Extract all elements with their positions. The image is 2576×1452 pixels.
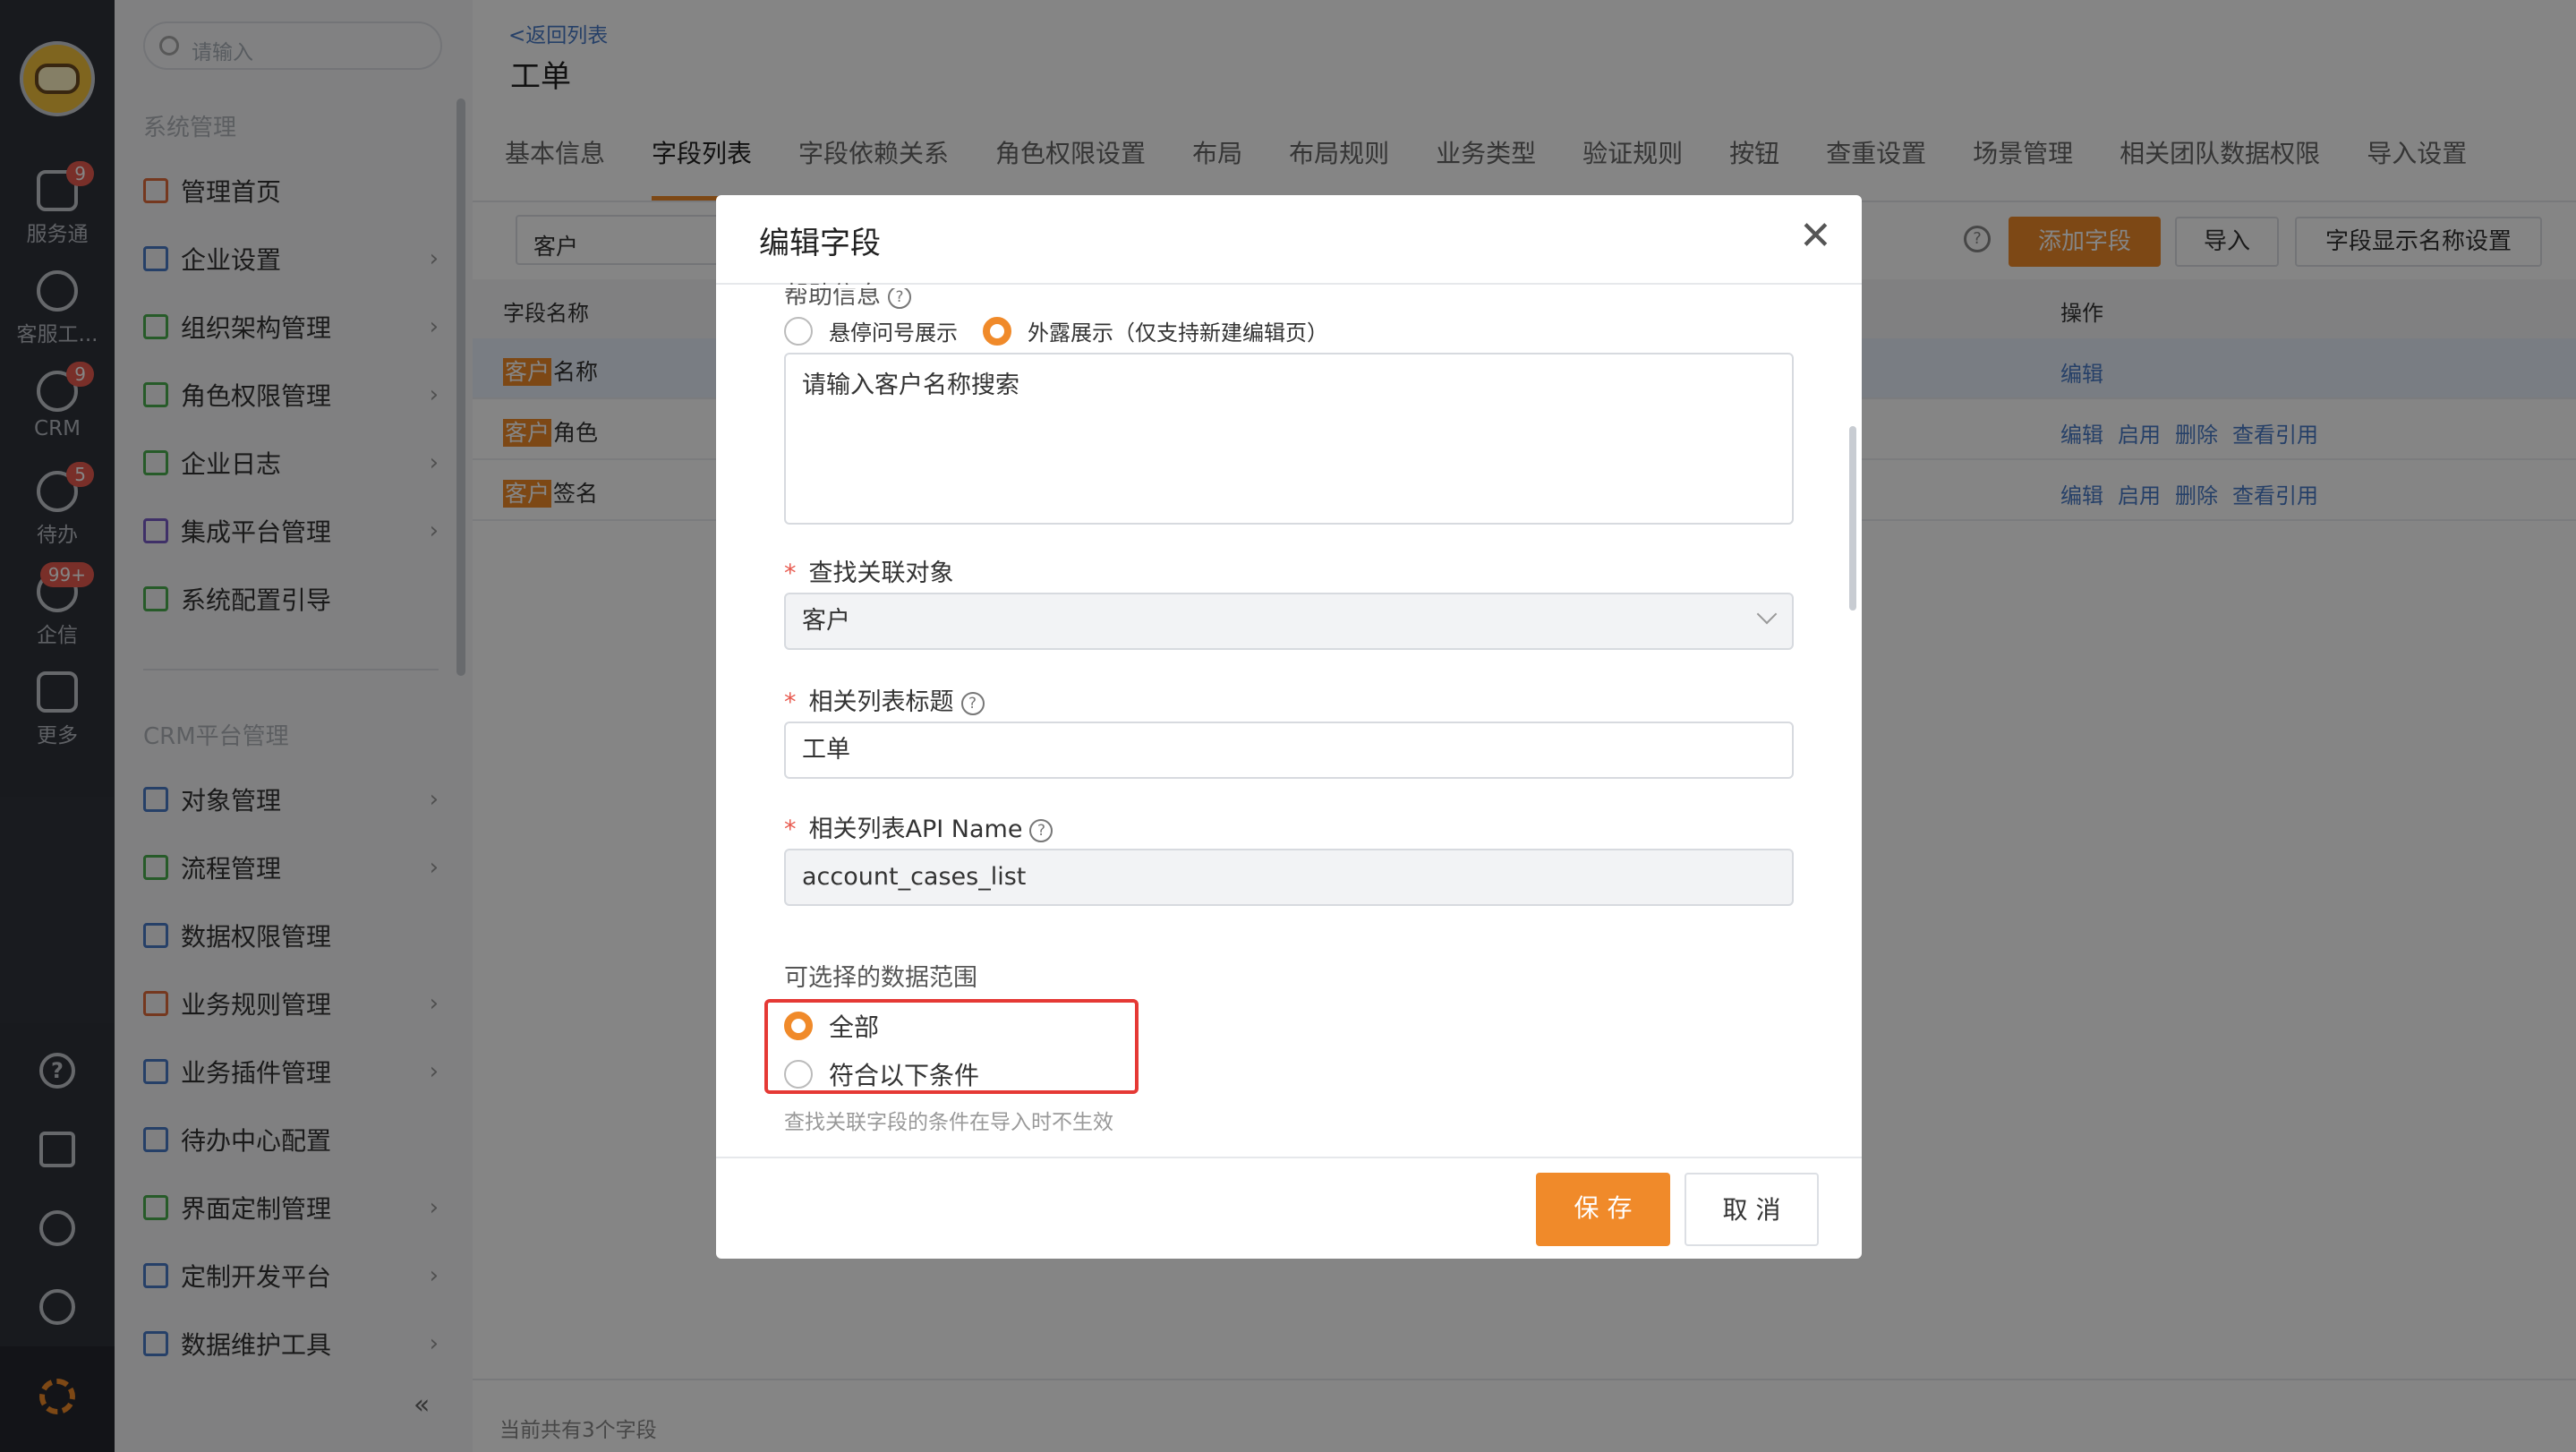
lookup-object-label: * 查找关联对象 [784, 553, 954, 588]
data-range-label: 可选择的数据范围 [784, 964, 977, 992]
radio-unchecked-icon [784, 316, 813, 346]
save-button[interactable]: 保 存 [1536, 1173, 1670, 1246]
radio-label: 全部 [829, 1012, 880, 1042]
help-mode-hover-radio[interactable]: 悬停问号展示 [784, 315, 958, 346]
radio-unchecked-icon [784, 1060, 813, 1089]
list-title-input[interactable]: 工单 [784, 722, 1794, 779]
list-title-label: * 相关列表标题? [784, 682, 985, 717]
question-icon[interactable]: ? [888, 285, 911, 309]
required-mark: * [784, 816, 797, 843]
edit-field-dialog: 编辑字段 ✕ 帮助信息? 悬停问号展示 外露展示（仅支持新建编辑页） 请输入客户… [716, 195, 1862, 1259]
help-info-label: 帮助信息? [784, 276, 911, 311]
cancel-button[interactable]: 取 消 [1685, 1173, 1819, 1246]
radio-label: 悬停问号展示 [829, 320, 958, 346]
help-mode-expose-radio[interactable]: 外露展示（仅支持新建编辑页） [983, 315, 1328, 346]
close-icon[interactable]: ✕ [1799, 217, 1832, 256]
list-title-label-text: 相关列表标题 [808, 688, 954, 716]
question-icon[interactable]: ? [960, 691, 985, 715]
api-name-label: * 相关列表API Name? [784, 809, 1053, 844]
question-icon[interactable]: ? [1029, 818, 1053, 842]
required-mark: * [784, 688, 797, 716]
lookup-object-label-text: 查找关联对象 [808, 559, 954, 587]
api-name-input[interactable]: account_cases_list [784, 849, 1794, 906]
lookup-object-select[interactable]: 客户 [784, 593, 1794, 650]
api-name-label-text: 相关列表API Name [808, 816, 1023, 843]
dialog-footer-divider [716, 1157, 1862, 1158]
lookup-object-value: 客户 [802, 607, 850, 635]
radio-label: 符合以下条件 [829, 1061, 980, 1090]
chevron-down-icon [1756, 603, 1778, 625]
radio-label: 外露展示（仅支持新建编辑页） [1028, 320, 1328, 346]
required-mark: * [784, 559, 797, 587]
range-condition-radio[interactable]: 符合以下条件 [784, 1056, 979, 1092]
range-all-radio[interactable]: 全部 [784, 1008, 879, 1044]
import-hint-text: 查找关联字段的条件在导入时不生效 [784, 1111, 1113, 1134]
radio-checked-icon [784, 1012, 813, 1040]
help-text-textarea[interactable]: 请输入客户名称搜索 [784, 353, 1794, 525]
dialog-scrollbar[interactable] [1849, 426, 1856, 611]
radio-checked-icon [983, 316, 1011, 346]
dialog-title: 编辑字段 [759, 226, 881, 261]
